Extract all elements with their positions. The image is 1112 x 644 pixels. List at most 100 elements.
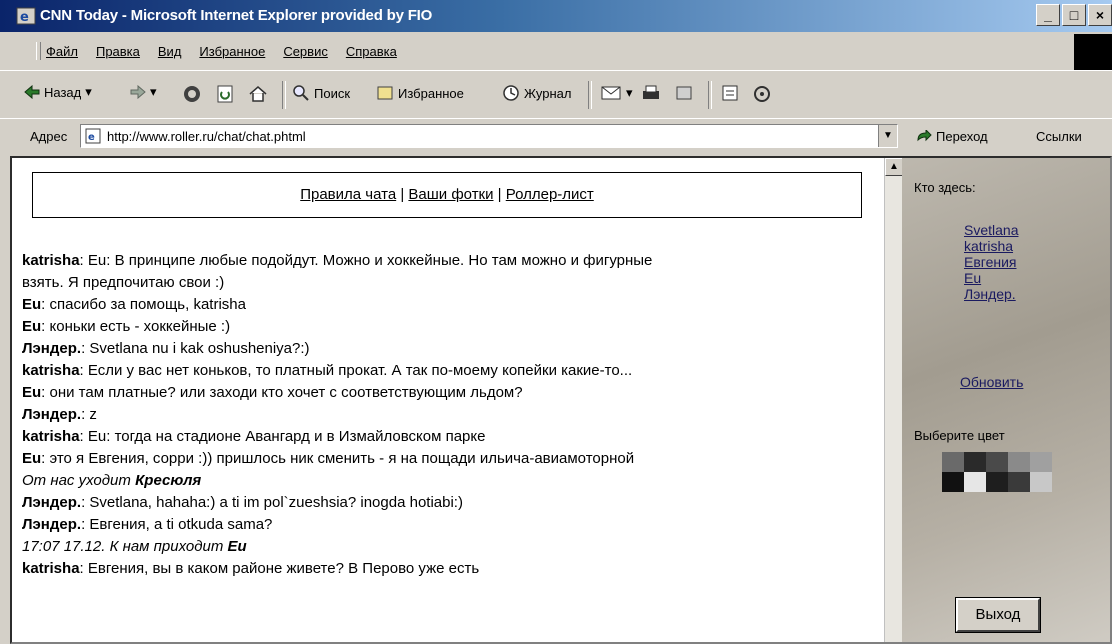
chat-message: 17:07 17.12. К нам приходит Eu — [22, 536, 872, 558]
menu-file[interactable]: Файл — [46, 44, 78, 59]
message-text: : они там платные? или заходи кто хочет … — [41, 384, 523, 401]
message-author: katrisha — [22, 560, 80, 577]
menu-tools[interactable]: Сервис — [283, 44, 328, 59]
message-author: Eu — [22, 318, 42, 335]
message-text: От нас уходит — [22, 472, 136, 489]
color-swatch[interactable] — [1008, 472, 1030, 492]
refresh-button[interactable] — [216, 84, 234, 104]
search-button[interactable]: Поиск — [292, 84, 350, 102]
message-text: : Евгения, a ti otkuda sama? — [81, 516, 273, 533]
user-link[interactable]: katrisha — [964, 238, 1018, 254]
history-icon — [503, 85, 519, 101]
chat-frame: Правила чата | Ваши фотки | Роллер-лист … — [12, 158, 884, 642]
favorites-button[interactable]: Избранное — [376, 84, 464, 102]
color-swatches — [942, 452, 1052, 492]
print-button[interactable] — [640, 84, 662, 102]
chat-message: Eu: спасибо за помощь, katrisha — [22, 294, 872, 316]
color-swatch[interactable] — [942, 472, 964, 492]
minimize-button[interactable]: _ — [1036, 4, 1060, 26]
message-author: Лэндер. — [22, 516, 82, 533]
back-arrow-icon — [24, 85, 40, 99]
color-swatch[interactable] — [1008, 452, 1030, 472]
chat-message: Лэндер.: Svetlana, hahaha:) a ti im pol`… — [22, 492, 872, 514]
color-swatch[interactable] — [1030, 472, 1052, 492]
back-dropdown-icon[interactable]: ▾ — [85, 84, 92, 100]
chat-scrollbar[interactable]: ▲ — [884, 158, 903, 642]
message-text: : Svetlana nu i kak oshusheniya?:) — [81, 340, 310, 357]
go-arrow-icon — [917, 129, 932, 141]
message-text: : спасибо за помощь, katrisha — [41, 296, 246, 313]
favorites-label: Избранное — [398, 85, 464, 101]
refresh-icon — [217, 85, 233, 103]
refresh-link[interactable]: Обновить — [960, 374, 1023, 390]
menu-grip — [36, 42, 41, 60]
user-link[interactable]: Евгения — [964, 254, 1018, 270]
go-button[interactable]: Переход — [916, 129, 988, 144]
message-text: : Eu: тогда на стадионе Авангард и в Изм… — [79, 428, 486, 445]
user-link[interactable]: Svetlana — [964, 222, 1018, 238]
address-dropdown-icon[interactable]: ▼ — [878, 125, 897, 147]
menu-edit[interactable]: Правка — [96, 44, 140, 59]
scroll-up-arrow-icon[interactable]: ▲ — [885, 158, 903, 176]
color-swatch[interactable] — [1030, 452, 1052, 472]
menu-help[interactable]: Справка — [346, 44, 397, 59]
message-author: Лэндер. — [22, 406, 82, 423]
forward-dropdown-icon[interactable]: ▾ — [150, 84, 157, 100]
toolbar-separator — [588, 81, 592, 109]
svg-text:e: e — [88, 132, 95, 143]
chat-rules-link[interactable]: Правила чата — [300, 186, 396, 203]
message-author: Eu — [22, 450, 42, 467]
back-button[interactable]: Назад ▾ — [24, 84, 92, 100]
color-swatch[interactable] — [964, 472, 986, 492]
menu-view[interactable]: Вид — [158, 44, 182, 59]
your-photos-link[interactable]: Ваши фотки — [408, 186, 493, 203]
page-content: Правила чата | Ваши фотки | Роллер-лист … — [10, 156, 1112, 644]
message-text: : z — [81, 406, 97, 423]
stop-button[interactable] — [182, 84, 202, 104]
links-button[interactable]: Ссылки — [1036, 129, 1082, 144]
chat-message: Eu: они там платные? или заходи кто хоче… — [22, 382, 872, 404]
message-text: : Евгения, вы в каком районе живете? В П… — [79, 560, 480, 577]
ie-icon: e — [16, 7, 36, 25]
mail-button[interactable]: ▾ — [600, 84, 633, 102]
page-icon: e — [85, 128, 101, 144]
message-text: 17:07 17.12. К нам приходит — [22, 538, 228, 555]
message-text: взять. Я предпочитаю свои :) — [22, 274, 225, 291]
messenger-button[interactable] — [752, 84, 772, 104]
mail-dropdown-icon[interactable]: ▾ — [626, 85, 633, 101]
address-url: http://www.roller.ru/chat/chat.phtml — [107, 128, 306, 144]
color-swatch[interactable] — [964, 452, 986, 472]
menu-favorites[interactable]: Избранное — [199, 44, 265, 59]
menu-bar: Файл Правка Вид Избранное Сервис Справка — [0, 36, 1112, 66]
window-title: CNN Today - Microsoft Internet Explorer … — [40, 7, 433, 24]
message-text: : Svetlana, hahaha:) a ti im pol`zueshsi… — [81, 494, 463, 511]
chat-message: katrisha: Евгения, вы в каком районе жив… — [22, 558, 872, 580]
go-label: Переход — [936, 129, 988, 144]
discuss-button[interactable] — [720, 84, 740, 102]
exit-button[interactable]: Выход — [955, 597, 1041, 633]
message-nick: Кресюля — [135, 472, 202, 489]
chat-message: взять. Я предпочитаю свои :) — [22, 272, 872, 294]
toolbar-separator — [708, 81, 712, 109]
roller-list-link[interactable]: Роллер-лист — [506, 186, 594, 203]
back-label: Назад — [44, 84, 82, 100]
close-button[interactable]: × — [1088, 4, 1112, 26]
home-button[interactable] — [248, 84, 268, 104]
forward-button[interactable]: ▾ — [130, 84, 157, 100]
address-input[interactable]: e http://www.roller.ru/chat/chat.phtml ▼ — [80, 124, 898, 148]
message-text: : это я Евгения, сорри :)) пришлось ник … — [41, 450, 635, 467]
message-author: Eu — [22, 296, 42, 313]
maximize-button[interactable]: □ — [1062, 4, 1086, 26]
color-swatch[interactable] — [986, 472, 1008, 492]
user-link[interactable]: Eu — [964, 270, 1018, 286]
history-button[interactable]: Журнал — [502, 84, 571, 102]
stop-icon — [184, 86, 200, 102]
user-link[interactable]: Лэндер. — [964, 286, 1018, 302]
search-icon — [293, 85, 309, 101]
toolbar: Назад ▾ ▾ Поиск Избранное Журнал ▾ — [0, 70, 1112, 121]
color-swatch[interactable] — [942, 452, 964, 472]
color-swatch[interactable] — [986, 452, 1008, 472]
edit-button[interactable] — [674, 84, 694, 102]
message-author: katrisha — [22, 252, 80, 269]
title-bar: e CNN Today - Microsoft Internet Explore… — [0, 0, 1112, 32]
